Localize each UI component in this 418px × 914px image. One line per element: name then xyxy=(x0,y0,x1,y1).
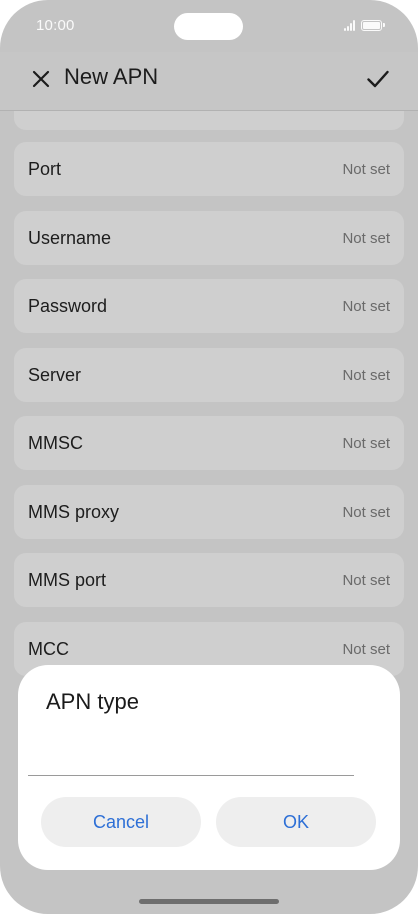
list-item-label: MCC xyxy=(28,639,69,659)
list-item-label: MMS port xyxy=(28,570,107,590)
list-item-mms-proxy[interactable]: MMS proxy Not set xyxy=(14,485,404,539)
list-item-value: Not set xyxy=(342,230,390,247)
close-button[interactable] xyxy=(28,66,54,92)
list-item-username[interactable]: Username Not set xyxy=(14,211,404,265)
list-item-value: Not set xyxy=(342,641,390,658)
list-item-value: Not set xyxy=(342,504,390,521)
home-indicator[interactable] xyxy=(139,899,279,904)
cancel-button[interactable]: Cancel xyxy=(41,797,201,847)
check-icon xyxy=(367,70,389,88)
list-item-value: Not set xyxy=(342,435,390,452)
list-item-value: Not set xyxy=(342,298,390,315)
phone-screen: 10:00 New APN Port Not set Username Not … xyxy=(0,0,418,914)
list-item-password[interactable]: Password Not set xyxy=(14,279,404,333)
list-item-label: Server xyxy=(28,365,82,385)
dialog-title: APN type xyxy=(46,689,139,714)
list-item-label: Password xyxy=(28,296,108,316)
list-item-value: Not set xyxy=(342,572,390,589)
close-icon xyxy=(32,70,50,88)
list-item-value: Not set xyxy=(342,367,390,384)
confirm-button[interactable] xyxy=(364,65,392,93)
ok-button[interactable]: OK xyxy=(216,797,376,847)
list-item-server[interactable]: Server Not set xyxy=(14,348,404,402)
list-item-port[interactable]: Port Not set xyxy=(14,142,404,196)
page-title: New APN xyxy=(64,64,159,89)
app-bar: New APN xyxy=(0,52,418,111)
list-item-value: Not set xyxy=(342,161,390,178)
list-item-mmsc[interactable]: MMSC Not set xyxy=(14,416,404,470)
list-item-label: Port xyxy=(28,159,62,179)
list-item-label: Username xyxy=(28,228,112,248)
list-item-label: MMSC xyxy=(28,433,83,453)
list-item-label: MMS proxy xyxy=(28,502,120,522)
list-item-mms-port[interactable]: MMS port Not set xyxy=(14,553,404,607)
apn-type-input[interactable] xyxy=(28,732,354,776)
